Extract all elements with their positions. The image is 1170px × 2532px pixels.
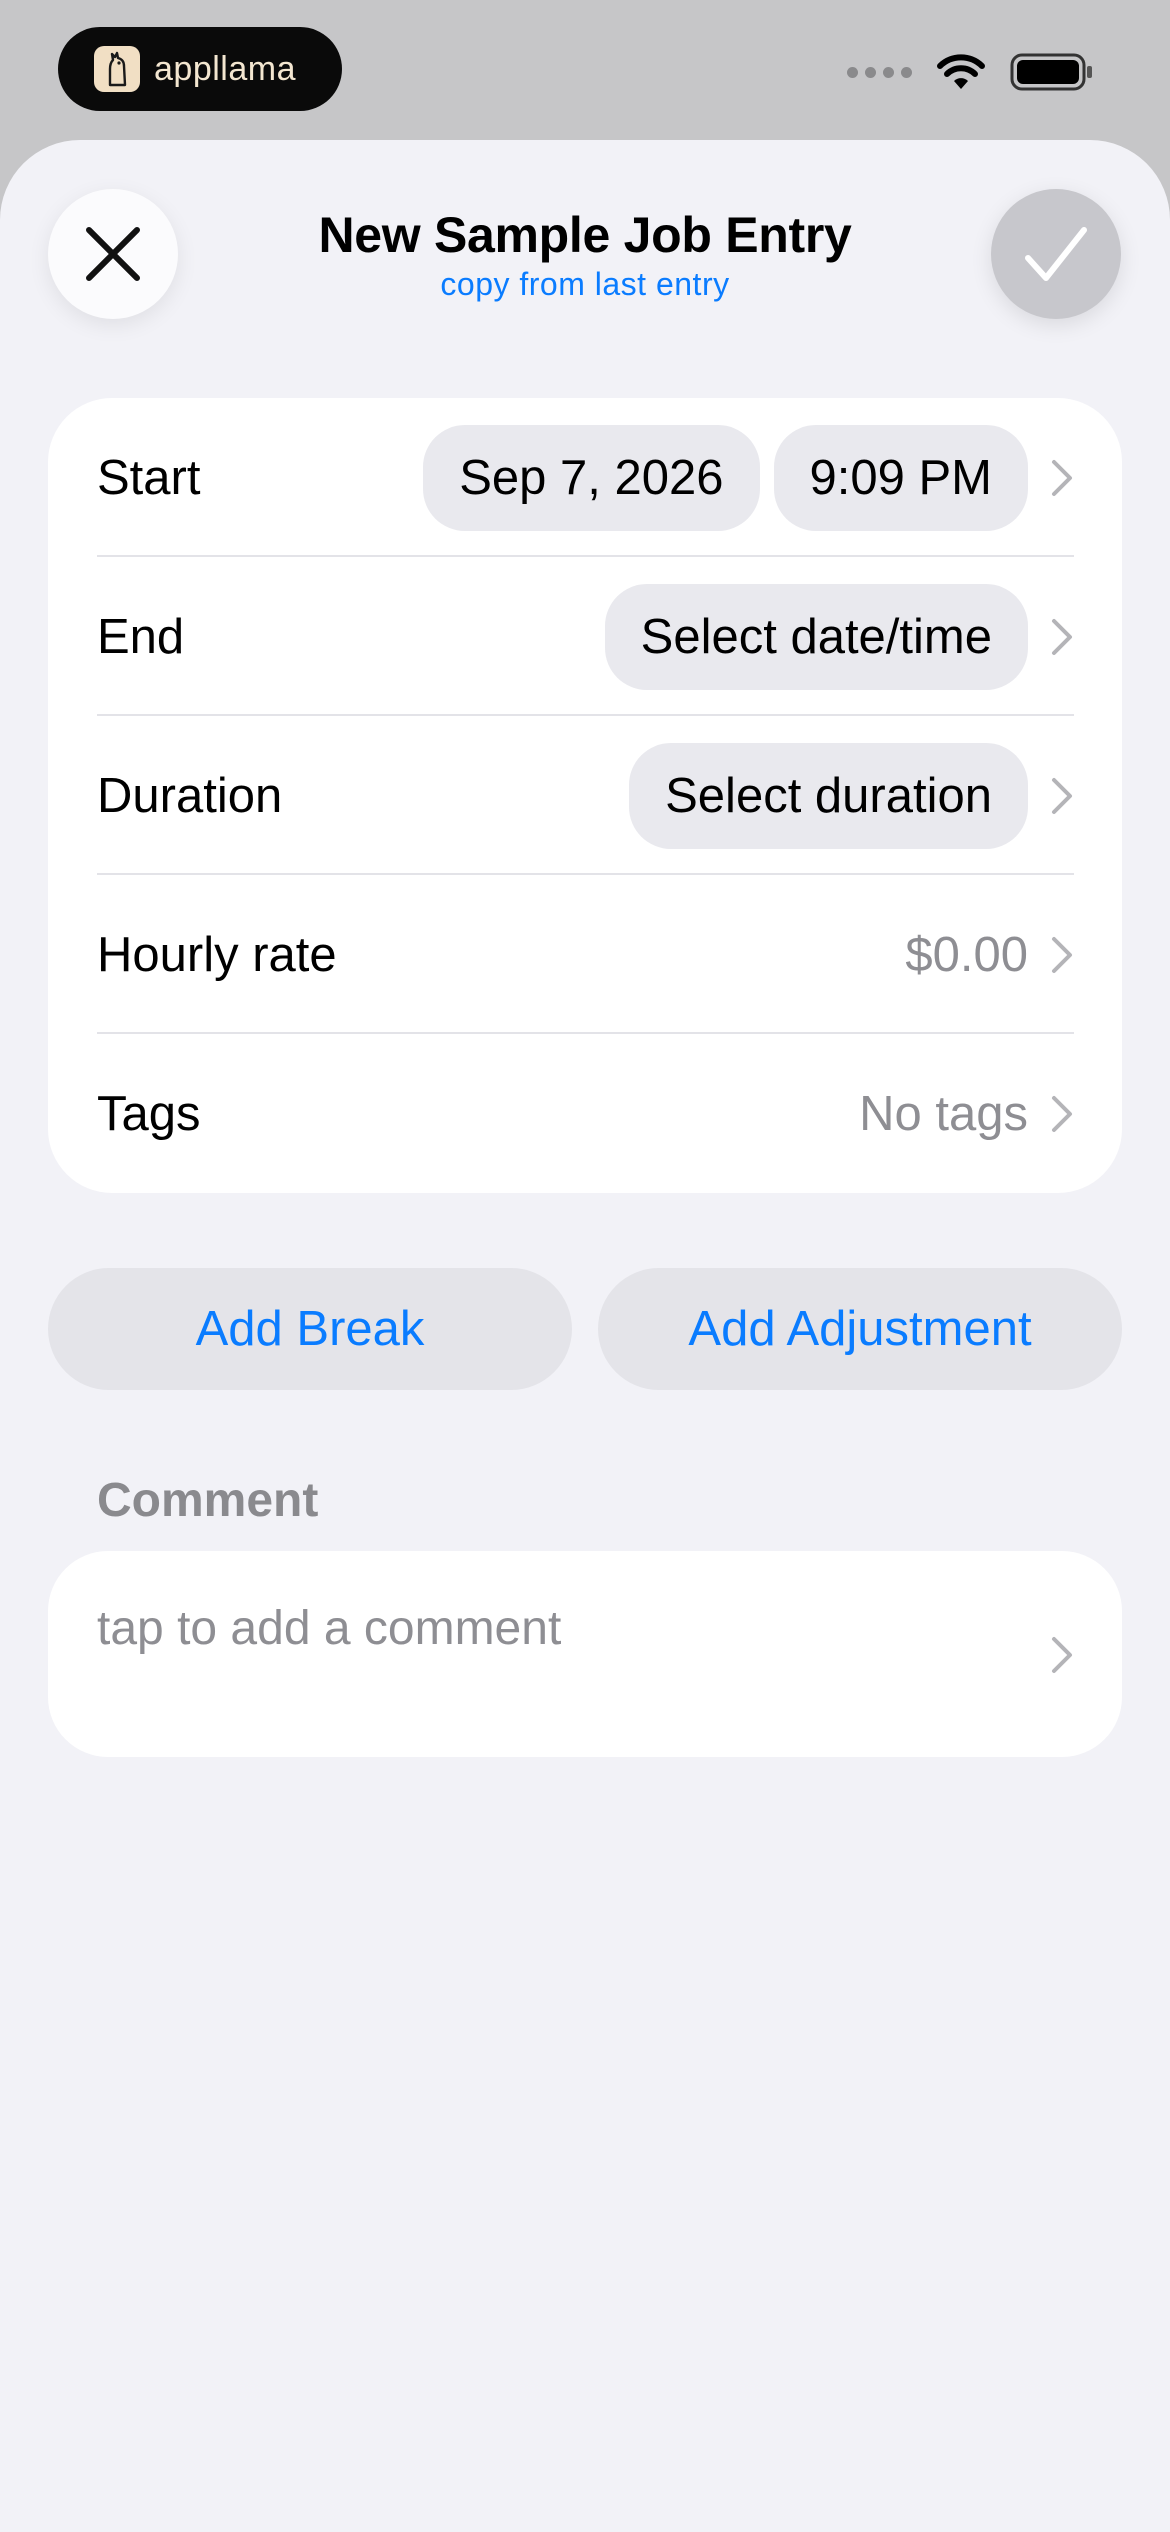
battery-icon (1010, 53, 1092, 91)
checkmark-icon (1025, 227, 1087, 281)
duration-values: Select duration (615, 742, 1074, 849)
duration-chip[interactable]: Select duration (629, 742, 1028, 849)
chevron-right-icon[interactable] (1050, 1094, 1074, 1134)
add-adjustment-button[interactable]: Add Adjustment (598, 1268, 1122, 1390)
sheet-header: New Sample Job Entry copy from last entr… (0, 140, 1170, 380)
end-values: Select date/time (591, 583, 1074, 690)
status-icons (847, 52, 1094, 92)
status-bar: appllama (0, 0, 1170, 140)
start-date-chip[interactable]: Sep 7, 2026 (423, 424, 760, 531)
start-row: Start Sep 7, 2026 9:09 PM (48, 398, 1122, 557)
duration-label: Duration (97, 768, 283, 823)
end-label: End (97, 609, 185, 664)
brand-badge: appllama (58, 27, 342, 111)
tags-value: No tags (859, 1086, 1028, 1141)
tags-values: No tags (859, 1086, 1074, 1142)
chevron-right-icon[interactable] (1050, 776, 1074, 816)
hourly-rate-row[interactable]: Hourly rate $0.00 (48, 875, 1122, 1034)
wifi-icon (937, 54, 985, 89)
end-datetime-chip[interactable]: Select date/time (604, 583, 1028, 690)
confirm-button[interactable] (991, 189, 1121, 319)
chevron-right-icon[interactable] (1050, 458, 1074, 498)
entry-form-card: Start Sep 7, 2026 9:09 PM End Select dat… (48, 398, 1122, 1193)
llama-logo-icon (94, 46, 140, 92)
start-values: Sep 7, 2026 9:09 PM (409, 424, 1074, 531)
chevron-right-icon[interactable] (1050, 935, 1074, 975)
brand-name: appllama (154, 49, 296, 88)
end-row[interactable]: End Select date/time (48, 557, 1122, 716)
comment-section-label: Comment (97, 1474, 319, 1527)
tags-label: Tags (97, 1086, 201, 1141)
tags-row[interactable]: Tags No tags (48, 1034, 1122, 1193)
add-break-button[interactable]: Add Break (48, 1268, 572, 1390)
start-label: Start (97, 450, 201, 505)
duration-row[interactable]: Duration Select duration (48, 716, 1122, 875)
signal-dots-icon (847, 66, 912, 78)
hourly-rate-values: $0.00 (905, 927, 1074, 983)
chevron-right-icon[interactable] (1050, 617, 1074, 657)
hourly-rate-value: $0.00 (905, 927, 1028, 982)
chevron-right-icon[interactable] (1050, 1635, 1074, 1680)
start-time-chip[interactable]: 9:09 PM (773, 424, 1028, 531)
entry-sheet: New Sample Job Entry copy from last entr… (0, 140, 1170, 2532)
hourly-rate-label: Hourly rate (97, 927, 337, 982)
comment-placeholder: tap to add a comment (97, 1602, 562, 1655)
comment-field[interactable]: tap to add a comment (48, 1551, 1122, 1757)
